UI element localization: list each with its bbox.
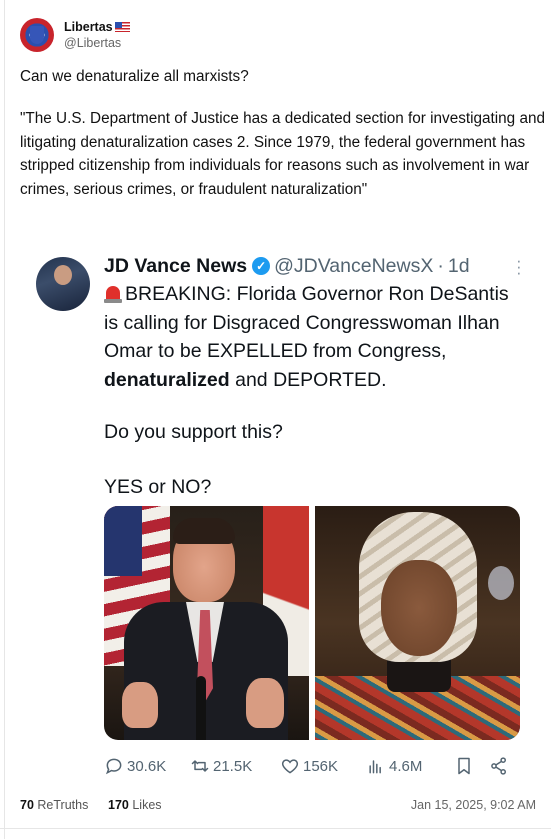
quoted-post-card[interactable]: JD Vance News ✓ @JDVanceNewsX · 1d · · · B…	[20, 238, 530, 790]
likes-link[interactable]: 170 Likes	[108, 798, 162, 812]
police-siren-icon	[104, 283, 122, 303]
views-button[interactable]: 4.6M	[366, 756, 422, 776]
post-timestamp[interactable]: Jan 15, 2025, 9:02 AM	[411, 798, 536, 812]
post-footer: 70 ReTruths 170 Likes Jan 15, 2025, 9:02…	[20, 798, 536, 814]
quoted-avatar[interactable]	[36, 257, 90, 311]
views-count: 4.6M	[389, 757, 423, 775]
author-handle[interactable]: @Libertas	[64, 35, 130, 51]
repost-button[interactable]: 21.5K	[190, 756, 252, 776]
repost-count: 21.5K	[213, 757, 253, 775]
quoted-timestamp[interactable]: 1d	[448, 254, 470, 278]
quoted-handle[interactable]: @JDVanceNewsX	[274, 254, 433, 278]
like-button[interactable]: 156K	[280, 756, 338, 776]
author-display-name[interactable]: Libertas	[64, 20, 130, 35]
heart-icon	[281, 759, 299, 774]
us-flag-icon	[114, 21, 130, 32]
share-icon	[491, 757, 506, 775]
left-border	[0, 0, 5, 839]
more-vertical-icon[interactable]: · · ·	[516, 252, 522, 281]
post-text-line: Can we denaturalize all marxists?	[20, 68, 249, 85]
quoted-header: JD Vance News ✓ @JDVanceNewsX · 1d	[104, 254, 470, 278]
photo-desantis[interactable]	[104, 506, 309, 740]
share-button[interactable]	[489, 756, 512, 776]
divider	[0, 828, 551, 829]
quoted-text-main: BREAKING: Florida Governor Ron DeSantis …	[104, 283, 509, 391]
reply-button[interactable]: 30.6K	[104, 756, 166, 776]
photo-omar[interactable]	[315, 506, 520, 740]
repost-icon	[191, 760, 209, 772]
verified-badge-icon: ✓	[252, 257, 271, 275]
engagement-bar: 30.6K 21.5K 156K 4.6M	[104, 754, 524, 778]
post-text-quote: "The U.S. Department of Justice has a de…	[20, 110, 545, 198]
quoted-text-yes-no: YES or NO?	[104, 476, 212, 498]
separator-dot: ·	[437, 255, 444, 277]
quoted-text-question: Do you support this?	[104, 421, 283, 443]
like-count: 156K	[303, 757, 339, 775]
retruths-link[interactable]: 70 ReTruths	[20, 798, 88, 812]
reply-icon	[105, 758, 122, 775]
bookmark-icon	[458, 757, 470, 775]
post-header: Libertas @Libertas	[20, 18, 130, 52]
quoted-media[interactable]	[104, 506, 520, 740]
reply-count: 30.6K	[127, 757, 167, 775]
author-names: Libertas @Libertas	[64, 20, 130, 51]
bookmark-button[interactable]	[454, 756, 477, 776]
author-avatar[interactable]	[20, 18, 54, 52]
views-chart-icon	[369, 760, 381, 774]
quoted-display-name[interactable]: JD Vance News	[104, 254, 247, 278]
